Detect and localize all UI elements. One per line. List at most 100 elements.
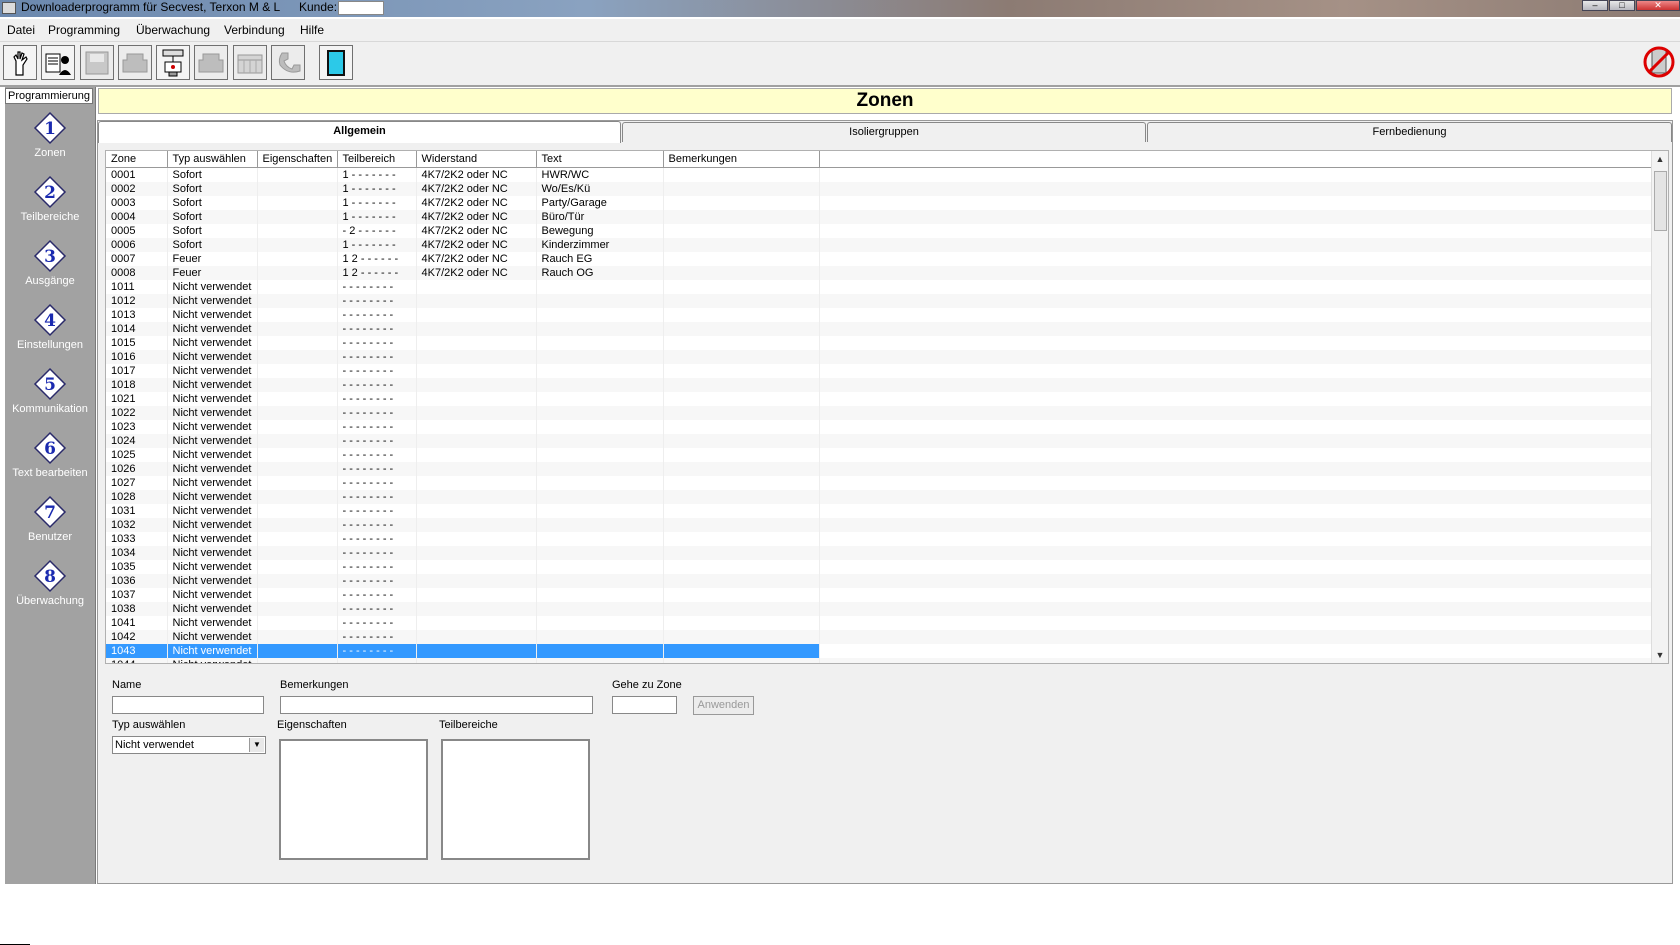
chevron-down-icon[interactable]: ▼ xyxy=(249,738,264,752)
table-row[interactable]: 0005 Sofort - 2 - - - - - -4K7/2K2 oder NC… xyxy=(106,224,1657,238)
table-row[interactable]: 1031 Nicht verwendet - - - - - - - - xyxy=(106,504,1657,518)
table-cell xyxy=(663,448,820,462)
table-row[interactable]: 0004 Sofort 1 - - - - - - -4K7/2K2 oder NC… xyxy=(106,210,1657,224)
menu-datei[interactable]: Datei xyxy=(7,23,35,37)
table-row[interactable]: 1012 Nicht verwendet - - - - - - - - xyxy=(106,294,1657,308)
column-header[interactable]: Bemerkungen xyxy=(663,151,820,168)
table-cell: Nicht verwendet xyxy=(167,476,258,490)
table-scrollbar[interactable]: ▲ ▼ xyxy=(1651,151,1668,663)
reader-icon[interactable] xyxy=(41,45,75,80)
scroll-thumb[interactable] xyxy=(1654,171,1667,231)
eigenschaften-list[interactable] xyxy=(279,739,428,860)
table-row[interactable]: 1013 Nicht verwendet - - - - - - - - xyxy=(106,308,1657,322)
name-field[interactable] xyxy=(112,696,264,714)
table-cell xyxy=(536,280,664,294)
save-icon[interactable] xyxy=(80,45,114,80)
table-cell xyxy=(663,658,820,663)
tab-allgemein[interactable]: Allgemein xyxy=(98,121,621,143)
gehe-zu-zone-field[interactable] xyxy=(612,696,677,714)
phone-icon[interactable] xyxy=(271,45,305,80)
sidebar-item-zonen[interactable]: 1 Zonen xyxy=(5,111,95,171)
sidebar-item-ausgänge[interactable]: 3 Ausgänge xyxy=(5,239,95,299)
sidebar-item-überwachung[interactable]: 8 Überwachung xyxy=(5,559,95,619)
upload-icon[interactable] xyxy=(118,45,152,80)
close-button[interactable]: ✕ xyxy=(1636,0,1680,11)
typ-select[interactable]: Nicht verwendet ▼ xyxy=(112,736,266,754)
table-row[interactable]: 0002 Sofort 1 - - - - - - -4K7/2K2 oder NC… xyxy=(106,182,1657,196)
column-header[interactable]: Zone xyxy=(106,151,168,168)
table-row[interactable]: 0006 Sofort 1 - - - - - - -4K7/2K2 oder NC… xyxy=(106,238,1657,252)
table-cell: 1 - - - - - - - xyxy=(337,182,417,196)
table-cell: 4K7/2K2 oder NC xyxy=(416,266,537,280)
table-cell: 4K7/2K2 oder NC xyxy=(416,224,537,238)
menu-ueberwachung[interactable]: Überwachung xyxy=(136,23,210,37)
tab-isoliergruppen[interactable]: Isoliergruppen xyxy=(622,122,1146,142)
table-cell-filler xyxy=(819,420,1657,434)
table-row[interactable]: 1034 Nicht verwendet - - - - - - - - xyxy=(106,546,1657,560)
scroll-down-icon[interactable]: ▼ xyxy=(1652,647,1668,663)
column-header[interactable]: Eigenschaften xyxy=(257,151,338,168)
table-row[interactable]: 1024 Nicht verwendet - - - - - - - - xyxy=(106,434,1657,448)
hand-icon[interactable] xyxy=(3,45,37,80)
table-row[interactable]: 1022 Nicht verwendet - - - - - - - - xyxy=(106,406,1657,420)
menu-verbindung[interactable]: Verbindung xyxy=(224,23,285,37)
scroll-up-icon[interactable]: ▲ xyxy=(1652,151,1668,167)
column-header[interactable]: Text xyxy=(536,151,664,168)
table-cell xyxy=(663,167,820,182)
table-row[interactable]: 1021 Nicht verwendet - - - - - - - - xyxy=(106,392,1657,406)
table-row[interactable]: 1016 Nicht verwendet - - - - - - - - xyxy=(106,350,1657,364)
sidebar-item-kommunikation[interactable]: 5 Kommunikation xyxy=(5,367,95,427)
exit-door-icon[interactable] xyxy=(319,45,353,80)
tab-fernbedienung[interactable]: Fernbedienung xyxy=(1147,122,1672,142)
table-row[interactable]: 1025 Nicht verwendet - - - - - - - - xyxy=(106,448,1657,462)
table-row[interactable]: 1042 Nicht verwendet - - - - - - - - xyxy=(106,630,1657,644)
table-row[interactable]: 0001 Sofort 1 - - - - - - -4K7/2K2 oder NC… xyxy=(106,167,1657,182)
download-icon[interactable] xyxy=(194,45,228,80)
table-row[interactable]: 0003 Sofort 1 - - - - - - -4K7/2K2 oder NC… xyxy=(106,196,1657,210)
transfer-icon[interactable] xyxy=(156,45,190,80)
table-row[interactable]: 1037 Nicht verwendet - - - - - - - - xyxy=(106,588,1657,602)
sidebar-item-benutzer[interactable]: 7 Benutzer xyxy=(5,495,95,555)
table-cell xyxy=(663,280,820,294)
table-row[interactable]: 1038 Nicht verwendet - - - - - - - - xyxy=(106,602,1657,616)
table-cell-filler xyxy=(819,392,1657,406)
teilbereiche-list[interactable] xyxy=(441,739,590,860)
sidebar-item-text-bearbeiten[interactable]: 6 Text bearbeiten xyxy=(5,431,95,491)
table-row[interactable]: 1027 Nicht verwendet - - - - - - - - xyxy=(106,476,1657,490)
table-row[interactable]: 1044Nicht verwendet - - - - - - - - xyxy=(106,658,1657,663)
table-row[interactable]: 1023 Nicht verwendet - - - - - - - - xyxy=(106,420,1657,434)
table-row[interactable]: 0008 Feuer 1 2 - - - - - -4K7/2K2 oder NC R… xyxy=(106,266,1657,280)
menu-programming[interactable]: Programming xyxy=(48,23,120,37)
table-row[interactable]: 1015 Nicht verwendet - - - - - - - - xyxy=(106,336,1657,350)
sidebar-item-teilbereiche[interactable]: 2 Teilbereiche xyxy=(5,175,95,235)
table-cell xyxy=(416,490,537,504)
table-row[interactable]: 1011 Nicht verwendet - - - - - - - - xyxy=(106,280,1657,294)
table-cell: - - - - - - - - xyxy=(337,476,417,490)
column-header[interactable]: Typ auswählen xyxy=(167,151,258,168)
kunde-field[interactable] xyxy=(338,1,384,15)
table-row[interactable]: 1033 Nicht verwendet - - - - - - - - xyxy=(106,532,1657,546)
menu-hilfe[interactable]: Hilfe xyxy=(300,23,324,37)
bemerkungen-field[interactable] xyxy=(280,696,593,714)
sidebar-item-einstellungen[interactable]: 4 Einstellungen xyxy=(5,303,95,363)
calendar-icon[interactable] xyxy=(233,45,267,80)
table-row[interactable]: 1035 Nicht verwendet - - - - - - - - xyxy=(106,560,1657,574)
table-row[interactable]: 1017 Nicht verwendet - - - - - - - - xyxy=(106,364,1657,378)
column-header[interactable]: Teilbereich xyxy=(337,151,417,168)
table-cell xyxy=(663,602,820,616)
table-row[interactable]: 1043 Nicht verwendet - - - - - - - - xyxy=(106,644,1657,658)
minimize-button[interactable]: – xyxy=(1582,0,1608,11)
table-row[interactable]: 1036 Nicht verwendet - - - - - - - - xyxy=(106,574,1657,588)
tab-programmierung[interactable]: Programmierung xyxy=(5,88,93,104)
table-row[interactable]: 1028 Nicht verwendet - - - - - - - - xyxy=(106,490,1657,504)
anwenden-button[interactable]: Anwenden xyxy=(693,696,754,715)
table-cell xyxy=(257,602,338,616)
table-row[interactable]: 1018 Nicht verwendet - - - - - - - - xyxy=(106,378,1657,392)
table-row[interactable]: 0007 Feuer 1 2 - - - - - -4K7/2K2 oder NC R… xyxy=(106,252,1657,266)
table-row[interactable]: 1014 Nicht verwendet - - - - - - - - xyxy=(106,322,1657,336)
maximize-button[interactable]: □ xyxy=(1609,0,1635,11)
table-row[interactable]: 1032 Nicht verwendet - - - - - - - - xyxy=(106,518,1657,532)
table-row[interactable]: 1026 Nicht verwendet - - - - - - - - xyxy=(106,462,1657,476)
column-header[interactable]: Widerstand xyxy=(416,151,537,168)
table-row[interactable]: 1041 Nicht verwendet - - - - - - - - xyxy=(106,616,1657,630)
